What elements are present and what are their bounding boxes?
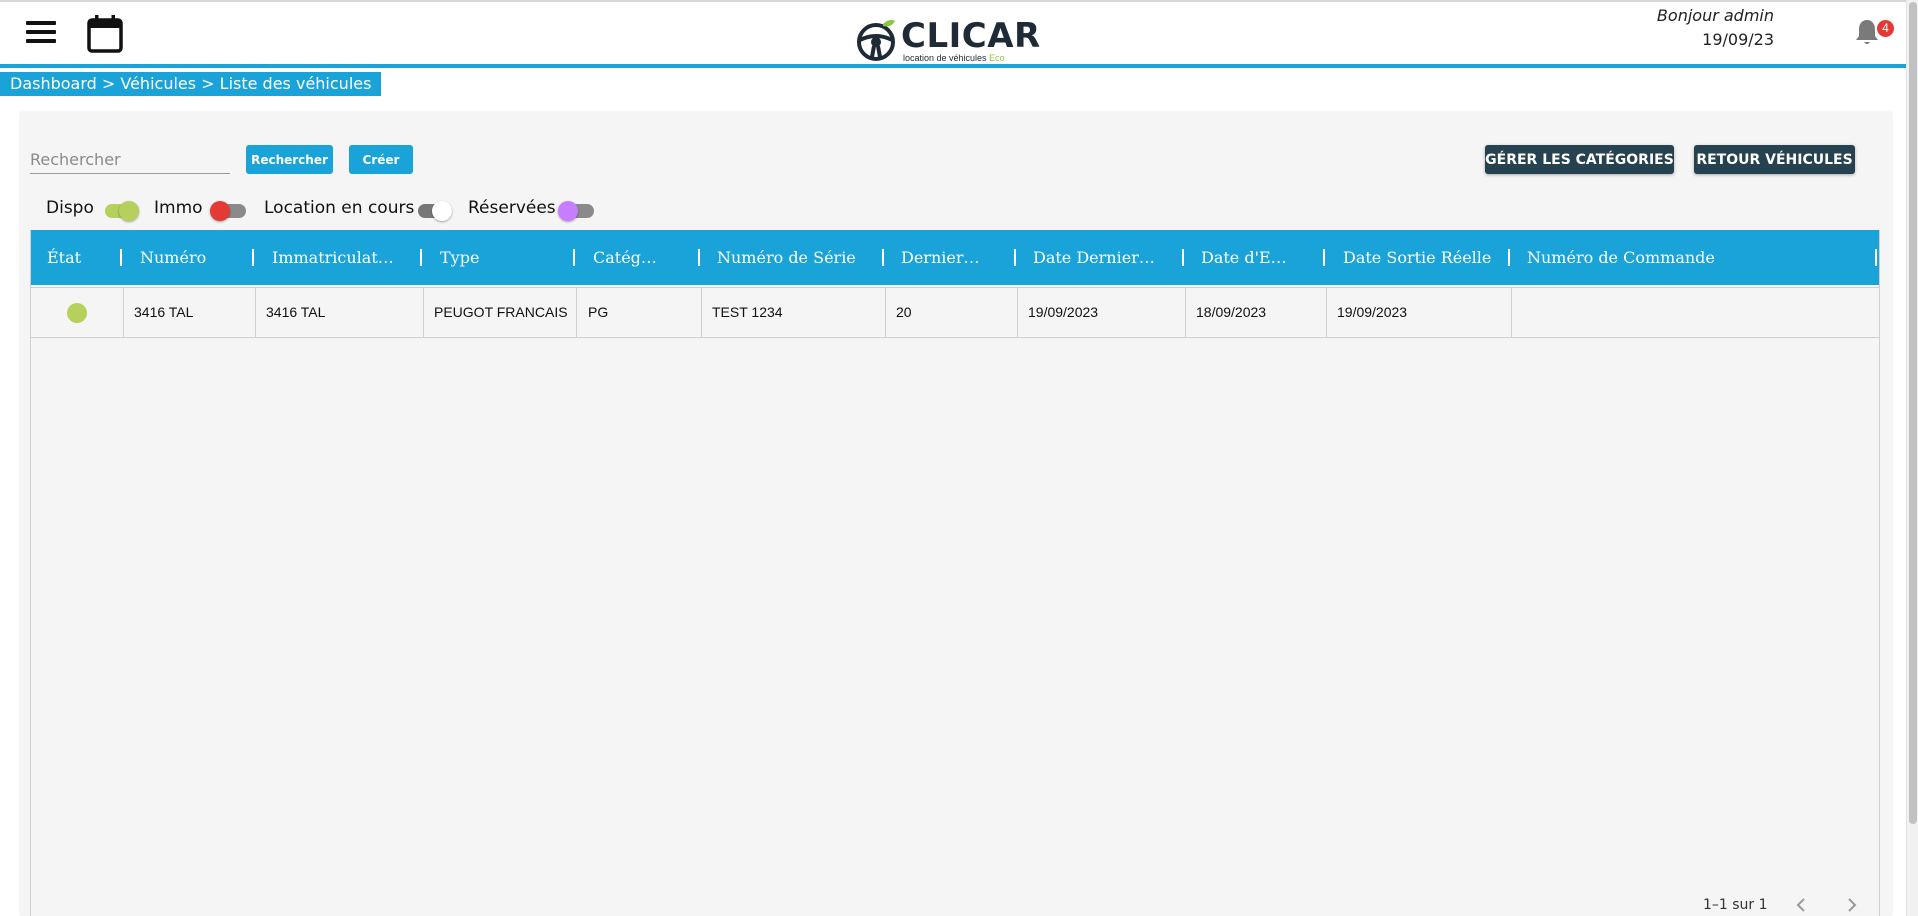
column-header-etat[interactable]: État xyxy=(47,230,81,285)
column-resize-handle[interactable] xyxy=(1014,249,1016,266)
column-header-numero[interactable]: Numéro xyxy=(140,230,206,285)
cell-numero: 3416 TAL xyxy=(134,304,194,320)
column-header-type[interactable]: Type xyxy=(440,230,479,285)
cell-divider xyxy=(1326,288,1327,337)
cell-divider xyxy=(885,288,886,337)
cell-divider xyxy=(423,288,424,337)
column-header-date-entree[interactable]: Date d'E… xyxy=(1201,230,1287,285)
user-greeting: Bonjour admin xyxy=(1656,6,1774,25)
page-scrollbar[interactable] xyxy=(1906,0,1918,916)
column-header-date-sortie-reelle[interactable]: Date Sortie Réelle xyxy=(1343,230,1491,285)
scrollbar-thumb[interactable] xyxy=(1909,2,1917,824)
app-root: CLICAR location de véhicules Eco Bonjour… xyxy=(0,0,1918,916)
clicar-logo[interactable]: CLICAR location de véhicules Eco xyxy=(855,16,1040,66)
breadcrumb[interactable]: Dashboard > Véhicules > Liste des véhicu… xyxy=(0,72,382,96)
chevron-left-icon[interactable] xyxy=(1791,895,1811,915)
column-resize-handle[interactable] xyxy=(120,249,122,266)
column-resize-handle[interactable] xyxy=(252,249,254,266)
bell-icon[interactable] xyxy=(1854,18,1880,46)
menu-icon[interactable] xyxy=(24,18,58,48)
table-header: État Numéro Immatriculat… Type Catég… Nu… xyxy=(31,230,1879,285)
filter-label-location: Location en cours xyxy=(264,198,415,218)
toggle-immo[interactable] xyxy=(210,201,246,221)
filter-label-dispo: Dispo xyxy=(46,198,94,218)
cell-type: PEUGOT FRANCAIS xyxy=(434,304,568,320)
column-resize-handle[interactable] xyxy=(420,249,422,266)
vehicles-table: État Numéro Immatriculat… Type Catég… Nu… xyxy=(30,230,1880,916)
column-header-immatriculation[interactable]: Immatriculat… xyxy=(272,230,394,285)
column-resize-handle[interactable] xyxy=(1875,249,1877,266)
cell-date-entree: 18/09/2023 xyxy=(1196,304,1267,320)
chevron-right-icon[interactable] xyxy=(1842,895,1862,915)
cell-divider xyxy=(701,288,702,337)
column-resize-handle[interactable] xyxy=(698,249,700,266)
cell-divider xyxy=(123,288,124,337)
header-date: 19/09/23 xyxy=(1702,30,1774,49)
column-resize-handle[interactable] xyxy=(1182,249,1184,266)
column-resize-handle[interactable] xyxy=(882,249,884,266)
manage-categories-button[interactable]: GÉRER LES CATÉGORIES xyxy=(1485,145,1674,174)
pagination-range: 1–1 sur 1 xyxy=(1703,897,1768,913)
notification-badge: 4 xyxy=(1877,20,1894,37)
calendar-icon[interactable] xyxy=(86,14,124,54)
toggle-dispo[interactable] xyxy=(103,201,139,221)
toggle-location-en-cours[interactable] xyxy=(416,201,452,221)
logo-tagline: location de véhicules Eco xyxy=(903,53,1005,63)
table-row[interactable]: 3416 TAL 3416 TAL PEUGOT FRANCAIS PG TES… xyxy=(31,287,1879,338)
logo-tagline-eco: Eco xyxy=(989,53,1005,63)
cell-divider xyxy=(576,288,577,337)
header-bar: CLICAR location de véhicules Eco Bonjour… xyxy=(0,2,1906,68)
toggle-reservees[interactable] xyxy=(558,201,594,221)
cell-date-sortie-reelle: 19/09/2023 xyxy=(1337,304,1408,320)
cell-dernier: 20 xyxy=(896,304,912,320)
cell-date-dernier: 19/09/2023 xyxy=(1028,304,1099,320)
logo-tagline-text: location de véhicules xyxy=(903,53,987,63)
column-resize-handle[interactable] xyxy=(1508,249,1510,266)
search-button[interactable]: Rechercher xyxy=(246,145,333,174)
column-header-numero-serie[interactable]: Numéro de Série xyxy=(717,230,856,285)
cell-categorie: PG xyxy=(588,304,609,320)
search-input[interactable] xyxy=(30,146,230,174)
cell-numero-serie: TEST 1234 xyxy=(712,304,783,320)
steering-wheel-icon xyxy=(857,20,895,61)
column-header-numero-commande[interactable]: Numéro de Commande xyxy=(1527,230,1715,285)
column-header-date-dernier[interactable]: Date Dernier… xyxy=(1033,230,1155,285)
column-header-dernier[interactable]: Dernier… xyxy=(901,230,979,285)
create-button[interactable]: Créer xyxy=(349,145,413,174)
filter-label-immo: Immo xyxy=(154,198,203,218)
column-header-categorie[interactable]: Catég… xyxy=(593,230,657,285)
cell-immatriculation: 3416 TAL xyxy=(266,304,326,320)
cell-divider xyxy=(1511,288,1512,337)
column-resize-handle[interactable] xyxy=(1323,249,1325,266)
cell-divider xyxy=(255,288,256,337)
filter-label-reservees: Réservées xyxy=(468,198,556,218)
status-indicator xyxy=(67,303,87,323)
logo-title: CLICAR xyxy=(901,16,1041,56)
back-vehicles-button[interactable]: RETOUR VÉHICULES xyxy=(1694,145,1855,174)
cell-divider xyxy=(1017,288,1018,337)
cell-divider xyxy=(1185,288,1186,337)
column-resize-handle[interactable] xyxy=(573,249,575,266)
